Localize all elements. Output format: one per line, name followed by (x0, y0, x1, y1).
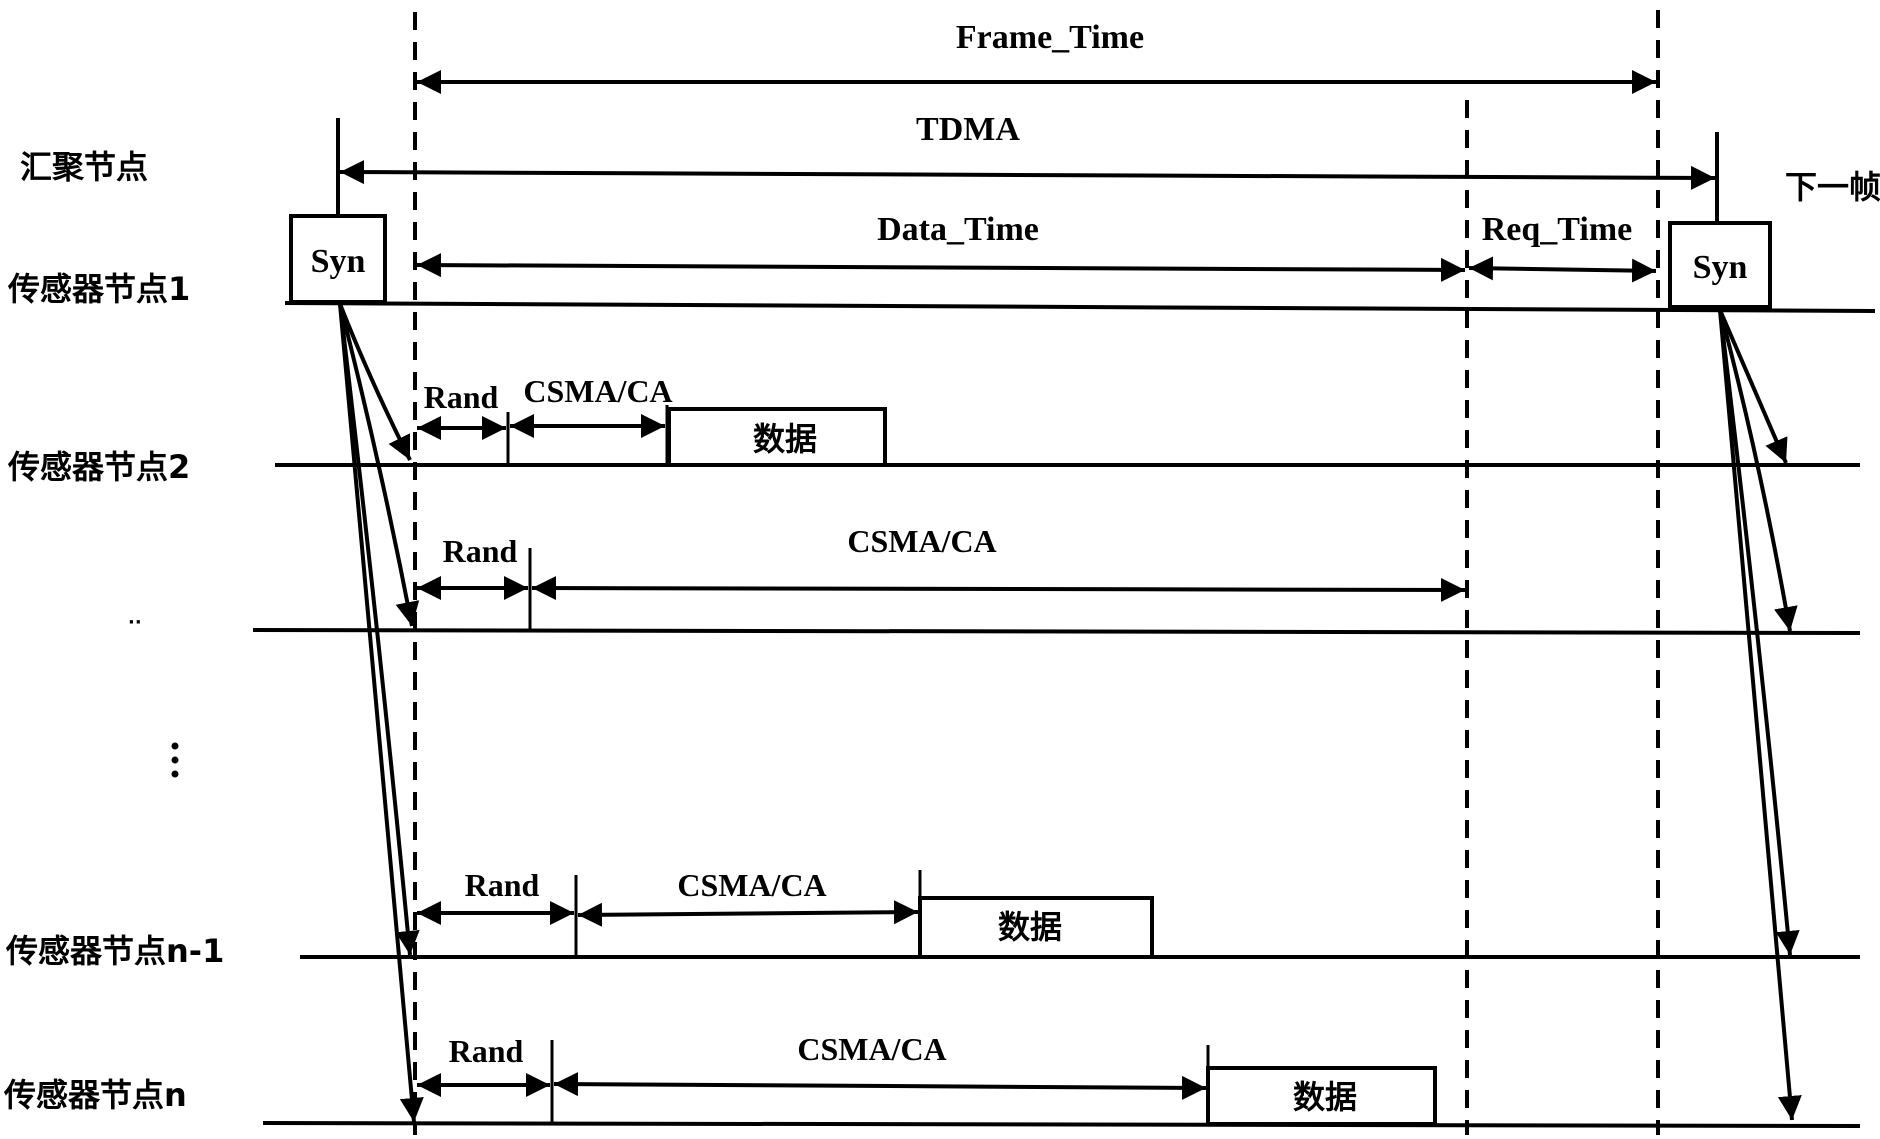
sensor-node-n-label: 传感器节点n (3, 1076, 187, 1114)
sensor-node-2-label: 传感器节点2 (7, 448, 190, 486)
csma-label-row-n: CSMA/CA (797, 1031, 946, 1067)
data-label-row-n: 数据 (1293, 1078, 1357, 1116)
sync-broadcast-left (338, 303, 424, 1123)
frame-time-label: Frame_Time (956, 19, 1144, 56)
sensor-ellipsis-timeline (252, 628, 1861, 635)
csma-label-row2: CSMA/CA (523, 373, 672, 409)
sensor-node-n-timeline (262, 1121, 1861, 1128)
data-label-row-n-1: 数据 (998, 908, 1062, 946)
sync-broadcast-right (1718, 309, 1802, 1121)
syn-label-left: Syn (311, 243, 366, 280)
frame-timing-diagram: Frame_Time TDMA 汇聚节点 下一帧 Data_Time Req_T… (3, 10, 1880, 1135)
rand-label-row3: Rand (443, 533, 518, 569)
data-label-row2: 数据 (753, 420, 817, 458)
vertical-ellipsis (171, 742, 179, 778)
sync-arrow-left-row-n (338, 303, 424, 1123)
sync-arrow-right-row3 (1718, 309, 1798, 632)
next-frame-label: 下一帧 (1785, 168, 1880, 206)
tdma-label: TDMA (916, 111, 1020, 148)
csma-label-row3: CSMA/CA (847, 523, 996, 559)
csma-arrow-row-n-1 (577, 900, 919, 927)
sink-node-label: 汇聚节点 (20, 148, 148, 186)
syn-label-right: Syn (1693, 249, 1748, 286)
sensor-node-1-timeline (284, 301, 1876, 313)
sync-arrow-right-row-n (1718, 309, 1802, 1121)
rand-label-row-n-1: Rand (465, 867, 540, 903)
sensor-node-1-label: 传感器节点1 (7, 270, 190, 308)
req-time-arrow (1468, 256, 1657, 283)
data-time-label: Data_Time (877, 211, 1039, 248)
csma-label-row-n-1: CSMA/CA (677, 867, 826, 903)
csma-arrow-row3 (531, 576, 1466, 602)
csma-arrow-row-n (553, 1072, 1207, 1100)
rand-label-row2: Rand (424, 379, 499, 415)
ellipsis-row-label: ·· (128, 612, 142, 633)
sensor-node-n-1-label: 传感器节点n-1 (5, 932, 224, 970)
req-time-label: Req_Time (1482, 211, 1632, 248)
data-time-arrow (416, 253, 1466, 282)
tdma-arrow (339, 160, 1716, 190)
rand-label-row-n: Rand (449, 1033, 524, 1069)
